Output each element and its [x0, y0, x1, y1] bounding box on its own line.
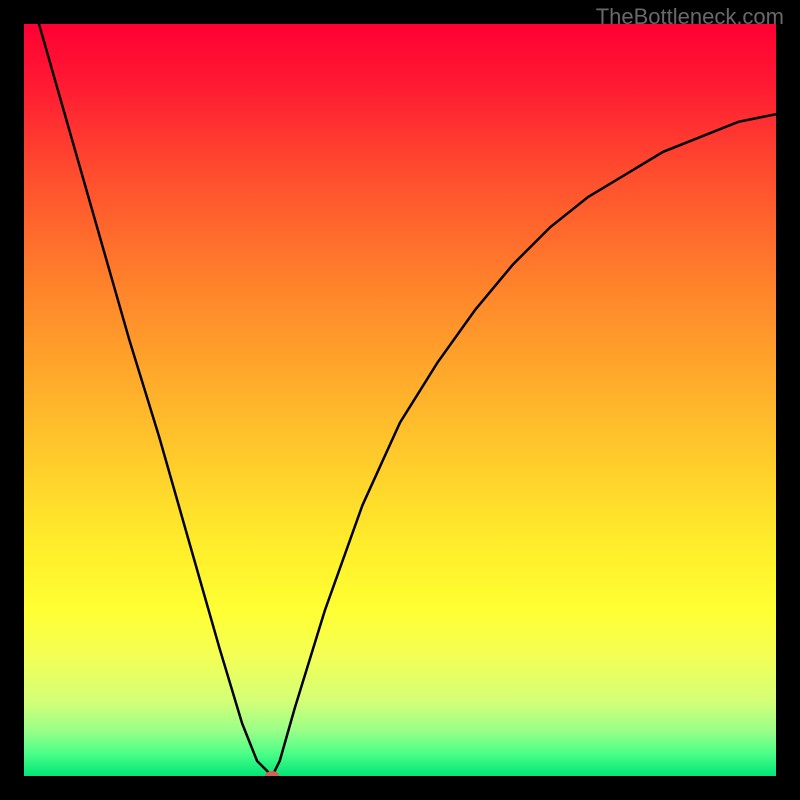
bottleneck-curve-path [39, 24, 776, 776]
watermark-text: TheBottleneck.com [596, 4, 784, 30]
minimum-marker [265, 771, 279, 776]
plot-area [24, 24, 776, 776]
curve-svg [24, 24, 776, 776]
